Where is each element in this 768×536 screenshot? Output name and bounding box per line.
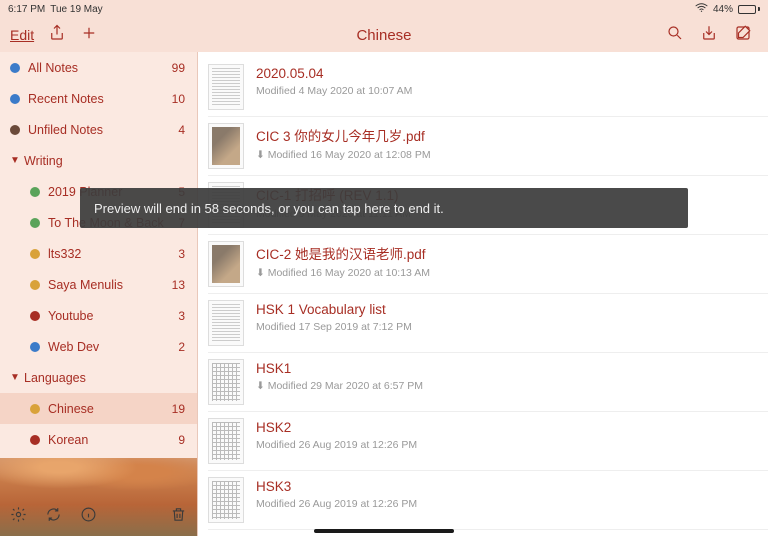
note-row[interactable]: HSK2 Modified 26 Aug 2019 at 12:26 PM (208, 412, 768, 471)
download-icon: ⬇ (256, 149, 268, 161)
sidebar-item-label: Writing (24, 154, 185, 168)
note-row[interactable]: 2020.05.04 Modified 4 May 2020 at 10:07 A… (208, 58, 768, 117)
note-meta: Modified 26 Aug 2019 at 12:26 PM (256, 498, 758, 510)
download-icon: ⬇ (256, 380, 268, 392)
color-dot-icon (30, 435, 40, 445)
color-dot-icon (30, 404, 40, 414)
note-meta: ⬇ Modified 16 May 2020 at 12:08 PM (256, 149, 758, 161)
sidebar-item-label: Youtube (48, 309, 178, 323)
sidebar-item[interactable]: Youtube3 (0, 300, 197, 331)
color-dot-icon (30, 342, 40, 352)
note-title: HSK2 (256, 420, 758, 435)
sidebar-item-label: lts332 (48, 247, 178, 261)
chevron-down-icon: ▼ (10, 372, 18, 383)
sidebar-item[interactable]: Saya Menulis13 (0, 269, 197, 300)
note-title: CIC 3 你的女儿今年几岁.pdf (256, 125, 758, 145)
sidebar-item[interactable]: Korean9 (0, 424, 197, 455)
status-bar: 6:17 PM Tue 19 May 44% (0, 0, 768, 18)
note-thumbnail (208, 359, 244, 405)
color-dot-icon (30, 218, 40, 228)
add-icon[interactable] (80, 24, 98, 47)
sidebar-item-count: 2 (178, 340, 185, 354)
sidebar-item[interactable]: All Notes99 (0, 52, 197, 83)
sidebar-item-label: Recent Notes (28, 92, 172, 106)
header: Edit Chinese (0, 18, 768, 52)
sidebar-item-count: 10 (172, 92, 185, 106)
note-meta: ⬇ Modified 16 May 2020 at 10:13 AM (256, 267, 758, 279)
note-thumbnail (208, 477, 244, 523)
note-title: HSK1 (256, 361, 758, 376)
note-thumbnail (208, 241, 244, 287)
sidebar: All Notes99Recent Notes10Unfiled Notes4▼… (0, 52, 198, 536)
status-date: Tue 19 May (50, 4, 102, 15)
edit-button[interactable]: Edit (10, 27, 34, 43)
note-title: 2020.05.04 (256, 66, 758, 81)
import-icon[interactable] (700, 24, 718, 47)
sidebar-item-count: 3 (178, 309, 185, 323)
note-title: CIC-2 她是我的汉语老师.pdf (256, 243, 758, 263)
sidebar-item-label: All Notes (28, 61, 172, 75)
note-row[interactable]: HSK 1 Vocabulary list Modified 17 Sep 201… (208, 294, 768, 353)
wifi-icon (695, 3, 708, 16)
battery-percent: 44% (713, 4, 733, 15)
sidebar-footer (0, 458, 197, 536)
sidebar-item-count: 3 (178, 247, 185, 261)
note-thumbnail (208, 123, 244, 169)
sidebar-item-label: Web Dev (48, 340, 178, 354)
search-icon[interactable] (666, 24, 684, 47)
sidebar-item-label: Chinese (48, 402, 172, 416)
info-icon[interactable] (80, 506, 97, 528)
note-row[interactable]: HSK1 ⬇ Modified 29 Mar 2020 at 6:57 PM (208, 353, 768, 412)
sidebar-section[interactable]: ▼ Languages (0, 362, 197, 393)
note-row[interactable]: CIC-2 她是我的汉语老师.pdf ⬇ Modified 16 May 2020… (208, 235, 768, 294)
note-row[interactable]: CIC 3 你的女儿今年几岁.pdf ⬇ Modified 16 May 2020… (208, 117, 768, 176)
color-dot-icon (10, 125, 20, 135)
sidebar-item[interactable]: Unfiled Notes4 (0, 114, 197, 145)
sidebar-item-count: 9 (178, 433, 185, 447)
note-row[interactable]: HSK4Modified 4 Jan 2020 at 2:05 PM (208, 530, 768, 536)
share-icon[interactable] (48, 24, 66, 47)
preview-toast[interactable]: Preview will end in 58 seconds, or you c… (80, 188, 688, 228)
note-row[interactable]: HSK3 Modified 26 Aug 2019 at 12:26 PM (208, 471, 768, 530)
home-indicator[interactable] (314, 529, 454, 533)
color-dot-icon (30, 187, 40, 197)
sync-icon[interactable] (45, 506, 62, 528)
sidebar-item-label: Saya Menulis (48, 278, 172, 292)
sidebar-item-label: Unfiled Notes (28, 123, 178, 137)
color-dot-icon (30, 249, 40, 259)
sidebar-item-count: 13 (172, 278, 185, 292)
page-title: Chinese (356, 27, 411, 44)
note-thumbnail (208, 418, 244, 464)
note-thumbnail (208, 300, 244, 346)
note-meta: Modified 17 Sep 2019 at 7:12 PM (256, 321, 758, 333)
note-meta: Modified 4 May 2020 at 10:07 AM (256, 85, 758, 97)
sidebar-section[interactable]: ▼ Writing (0, 145, 197, 176)
sidebar-item[interactable]: lts3323 (0, 238, 197, 269)
note-title: HSK3 (256, 479, 758, 494)
trash-icon[interactable] (170, 506, 187, 528)
note-title: HSK 1 Vocabulary list (256, 302, 758, 317)
note-meta: Modified 26 Aug 2019 at 12:26 PM (256, 439, 758, 451)
color-dot-icon (10, 94, 20, 104)
compose-icon[interactable] (734, 24, 752, 47)
color-dot-icon (30, 311, 40, 321)
sidebar-item-count: 19 (172, 402, 185, 416)
note-meta: ⬇ Modified 29 Mar 2020 at 6:57 PM (256, 380, 758, 392)
download-icon: ⬇ (256, 267, 268, 279)
sidebar-item[interactable]: Recent Notes10 (0, 83, 197, 114)
sidebar-item[interactable]: Web Dev2 (0, 331, 197, 362)
sidebar-item-count: 99 (172, 61, 185, 75)
color-dot-icon (30, 280, 40, 290)
sidebar-item-label: Languages (24, 371, 185, 385)
battery-icon (738, 5, 760, 14)
sidebar-item[interactable]: Chinese19 (0, 393, 197, 424)
chevron-down-icon: ▼ (10, 155, 18, 166)
note-thumbnail (208, 64, 244, 110)
sidebar-item-label: Korean (48, 433, 178, 447)
notes-list[interactable]: 2020.05.04 Modified 4 May 2020 at 10:07 A… (198, 52, 768, 536)
status-time: 6:17 PM (8, 4, 45, 15)
sidebar-item-count: 4 (178, 123, 185, 137)
settings-icon[interactable] (10, 506, 27, 528)
color-dot-icon (10, 63, 20, 73)
